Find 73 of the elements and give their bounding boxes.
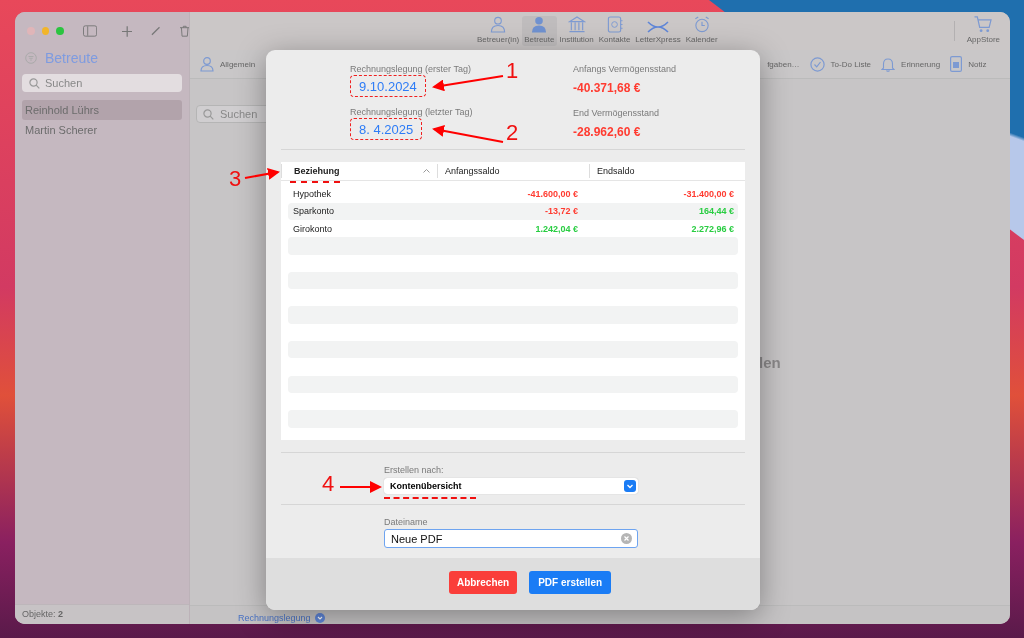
search-icon xyxy=(29,78,40,89)
person-icon xyxy=(200,56,214,72)
table-cell-text: 164,44 € xyxy=(697,206,735,217)
field-label: Erstellen nach: xyxy=(384,465,444,476)
annotation-number: 2 xyxy=(506,122,519,144)
table-cell-text: Sparkonto xyxy=(292,206,336,217)
date-value[interactable]: 9.10.2024 xyxy=(359,79,417,94)
section-tab[interactable]: To-Do Liste xyxy=(809,56,872,72)
table-cell-text: 2.272,96 € xyxy=(690,223,735,234)
create-pdf-button[interactable]: PDF erstellen xyxy=(529,570,612,594)
add-icon[interactable] xyxy=(121,25,133,37)
clear-icon[interactable] xyxy=(621,533,632,545)
table-cell-text: -31.400,00 € xyxy=(682,189,735,199)
annotation-number: 4 xyxy=(322,473,335,495)
table-cell-text: Hypothek xyxy=(292,189,333,199)
amount-value: -28.962,60 € xyxy=(573,125,641,139)
chevron-down-icon xyxy=(624,480,636,493)
sidebar-title: Betreute xyxy=(45,50,98,66)
empty-state-text: len xyxy=(759,354,781,371)
table-cell-text: Girokonto xyxy=(292,223,334,234)
column-header[interactable]: Beziehung xyxy=(281,164,437,179)
trash-icon[interactable] xyxy=(179,25,189,37)
report-type-dropdown[interactable]: Kontenübersicht xyxy=(384,478,638,495)
pencil-icon[interactable] xyxy=(151,26,161,36)
annotation-underline xyxy=(290,181,340,183)
zoom-button[interactable] xyxy=(56,27,64,35)
section-tab[interactable]: Notiz xyxy=(950,56,987,72)
column-header[interactable]: Anfangssaldo xyxy=(437,164,589,179)
checkmark-circle-icon xyxy=(809,56,825,72)
column-header[interactable]: Endsaldo xyxy=(589,164,745,179)
section-tab[interactable]: fgaben… xyxy=(767,59,800,69)
sidebar-item[interactable]: Reinhold Lührs xyxy=(22,100,182,120)
field-label: End Vermögensstand xyxy=(573,108,660,118)
object-count: Objekte: 2 xyxy=(15,604,189,624)
field-label: Dateiname xyxy=(384,517,428,528)
cross-arrows-icon xyxy=(647,21,669,33)
table-cell-text: -41.600,00 € xyxy=(526,189,579,199)
filename-field[interactable]: Neue PDF xyxy=(384,529,638,549)
cart-icon xyxy=(973,16,994,33)
toolbar-button[interactable]: Betreute xyxy=(522,16,557,46)
search-field[interactable]: Suchen xyxy=(22,74,182,92)
toolbar-button[interactable]: Betreuer(in) xyxy=(475,16,522,46)
toolbar-button[interactable]: Kalender xyxy=(683,16,720,46)
search-icon xyxy=(203,109,214,120)
note-icon xyxy=(950,56,963,72)
toolbar-button[interactable]: LetterXpress xyxy=(633,16,683,46)
person-badge-icon xyxy=(490,16,507,33)
toolbar-button[interactable]: Kontakte xyxy=(596,16,633,46)
date-value[interactable]: 8. 4.2025 xyxy=(359,122,414,137)
toolbar-button[interactable]: Institution xyxy=(557,16,596,46)
report-link[interactable]: Rechnungslegung xyxy=(238,613,311,623)
sidebar-item[interactable]: Martin Scherer xyxy=(22,120,182,140)
cancel-button[interactable]: Abbrechen xyxy=(448,570,518,594)
store-button[interactable]: AppStore xyxy=(964,16,1002,46)
field-label: Anfangs Vermögensstand xyxy=(573,64,677,74)
section-tab[interactable]: Erinnerung xyxy=(881,56,941,72)
annotation-number: 3 xyxy=(229,168,242,190)
amount-value: -40.371,68 € xyxy=(573,81,641,95)
sort-chevron-icon xyxy=(423,169,430,174)
chevron-circle-icon[interactable] xyxy=(314,613,325,623)
filter-icon[interactable] xyxy=(25,52,37,64)
person-icon xyxy=(531,16,548,33)
bell-icon xyxy=(881,56,896,72)
table-cell-text: 1.242,04 € xyxy=(534,223,579,234)
address-book-icon xyxy=(606,16,623,33)
annotation-number: 1 xyxy=(506,60,519,82)
section-tab[interactable]: Allgemein xyxy=(200,56,256,72)
field-label: Rechnungslegung (erster Tag) xyxy=(350,64,471,74)
alarm-clock-icon xyxy=(692,16,711,33)
table-cell-text: -13,72 € xyxy=(543,206,579,217)
field-label: Rechnungslegung (letzter Tag) xyxy=(350,107,473,117)
bank-icon xyxy=(567,16,586,33)
sidebar-toggle-icon[interactable] xyxy=(82,25,97,37)
